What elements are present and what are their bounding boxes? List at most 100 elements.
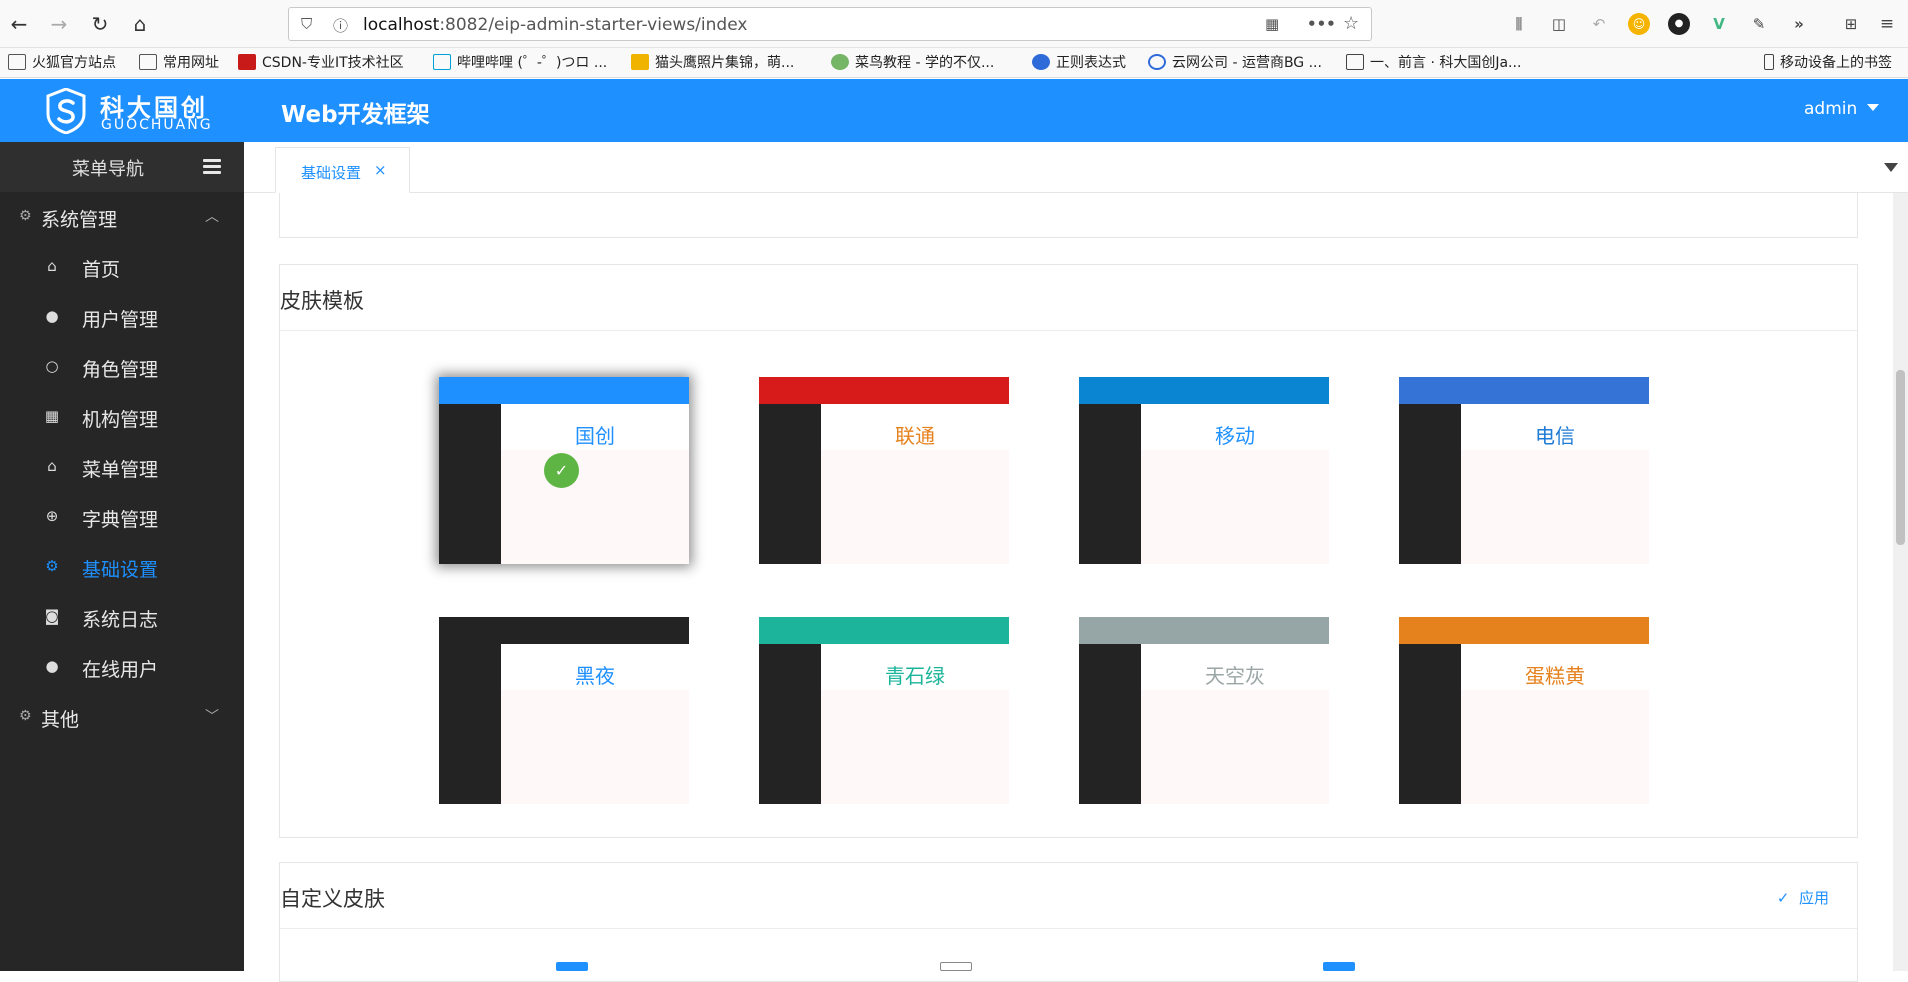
skin-sidebar [759,644,821,804]
skin-option[interactable]: 青石绿 [759,617,1009,804]
skin-header-bar [439,377,689,404]
role-icon: ○ [45,357,59,375]
runoob-icon [831,54,849,70]
vue-extension-icon[interactable]: V [1708,13,1730,35]
skin-sidebar [1399,644,1461,804]
star-icon[interactable]: ☆ [1343,13,1359,34]
sidebar-item-orgs[interactable]: ▦ 机构管理 [0,392,244,442]
baidu-icon [1032,54,1050,70]
panel-title: 皮肤模板 [280,289,364,313]
org-icon: ▦ [44,407,60,425]
user-menu[interactable]: admin [1804,99,1880,119]
skin-body [501,450,689,564]
gear-icon: ⚙ [45,557,59,575]
library-icon[interactable]: ⫼ [1508,13,1530,35]
color-swatch[interactable] [556,962,588,971]
menu-icon: ⌂ [47,457,57,475]
skin-sidebar [439,404,501,564]
close-icon[interactable]: × [374,161,387,179]
skin-header-bar [1399,377,1649,404]
color-swatch[interactable] [940,962,972,971]
skin-option[interactable]: 天空灰 [1079,617,1329,804]
sidebar-toggle-icon[interactable]: ◫ [1548,13,1570,35]
bookmark-item[interactable]: 哔哩哔哩 (゜-゜)つロ ... [433,53,607,73]
shield-icon[interactable]: ⛉ [301,15,312,33]
skin-name: 青石绿 [885,664,945,688]
skin-option[interactable]: 电信 [1399,377,1649,564]
forward-icon[interactable]: → [46,11,72,37]
menu-group-other[interactable]: ⚙ 其他 ﹀ [0,692,244,742]
overflow-icon[interactable]: » [1788,13,1810,35]
sidebar-item-online-users[interactable]: ● 在线用户 [0,642,244,692]
reload-icon[interactable]: ↻ [87,11,113,37]
tab-basic-settings[interactable]: 基础设置 × [275,147,410,193]
bookmark-item[interactable]: 云网公司 - 运营商BG ... [1148,53,1322,73]
menu-group-system[interactable]: ⚙ 系统管理 ︿ [0,192,244,242]
app-menu-icon[interactable]: ≡ [1876,13,1898,35]
hamburger-icon[interactable] [203,159,221,174]
settings-icon: ⚙ [19,208,32,224]
bookmark-item[interactable]: 移动设备上的书签 [1764,53,1892,73]
skin-option[interactable]: 国创 ✓ [439,377,689,564]
skin-body [1141,450,1329,564]
scrollbar-thumb[interactable] [1896,370,1905,545]
bookmark-item[interactable]: 正则表达式 [1032,53,1126,73]
camera-icon: ◙ [44,607,60,625]
skin-body [1141,690,1329,804]
skin-header-bar [759,377,1009,404]
sidebar-item-basic-settings[interactable]: ⚙ 基础设置 [0,542,244,592]
camera-extension-icon[interactable]: ● [1668,13,1690,35]
panel-header: 自定义皮肤 ✓ 应用 [280,863,1857,929]
skin-body [1461,690,1649,804]
info-icon[interactable]: ⓘ [333,15,348,36]
qr-code-icon[interactable]: ▦ [1265,15,1279,33]
apply-button[interactable]: ✓ 应用 [1777,887,1829,908]
home-icon[interactable]: ⌂ [127,11,153,37]
folder-icon [8,54,26,70]
skin-option[interactable]: 联通 [759,377,1009,564]
bookmark-item[interactable]: 常用网址 [139,53,219,73]
page-scrollbar[interactable] [1893,193,1908,971]
url-bar[interactable]: ⛉ ⓘ localhost:8082/eip-admin-starter-vie… [288,7,1372,41]
sidebar: 菜单导航 ⚙ 系统管理 ︿ ⌂ 首页 ● 用户管理 ○ 角色管理 ▦ 机构管理 … [0,142,244,971]
sidebar-item-dict[interactable]: ⊕ 字典管理 [0,492,244,542]
bookmark-item[interactable]: 火狐官方站点 [8,53,116,73]
sidebar-item-roles[interactable]: ○ 角色管理 [0,342,244,392]
sidebar-item-home[interactable]: ⌂ 首页 [0,242,244,292]
folder-icon [139,54,157,70]
settings-icon: ⚙ [19,708,32,724]
url-text[interactable]: localhost:8082/eip-admin-starter-views/i… [363,15,747,35]
book-icon [1346,54,1364,70]
sidebar-item-users[interactable]: ● 用户管理 [0,292,244,342]
skin-option[interactable]: 黑夜 [439,617,689,804]
bookmark-item[interactable]: 菜鸟教程 - 学的不仅... [831,53,994,73]
skin-option[interactable]: 移动 [1079,377,1329,564]
mobile-icon [1764,54,1774,70]
bookmark-item[interactable]: 猫头鹰照片集锦，萌... [631,53,794,73]
skin-header-bar [1079,377,1329,404]
skin-template-panel: 皮肤模板 国创 ✓ 联通 移动 电信黑夜 青石绿 天空灰 蛋糕黄 [279,264,1858,838]
skin-sidebar [759,404,821,564]
bookmark-item[interactable]: 一、前言 · 科大国创Ja... [1346,53,1521,73]
extension-icon[interactable]: ✎ [1748,13,1770,35]
browser-toolbar: ← → ↻ ⌂ ⛉ ⓘ localhost:8082/eip-admin-sta… [0,0,1908,48]
skin-sidebar [439,644,501,804]
owl-icon [631,54,649,70]
logo-subtext: GUOCHUANG [101,117,213,133]
bookmark-item[interactable]: CSDN-专业IT技术社区 [238,53,404,73]
skin-header-bar [1079,617,1329,644]
sidebar-item-logs[interactable]: ◙ 系统日志 [0,592,244,642]
skin-sidebar [1079,404,1141,564]
undo-icon[interactable]: ↶ [1588,13,1610,35]
back-icon[interactable]: ← [6,11,32,37]
more-icon[interactable]: ••• [1307,15,1336,33]
tab-dropdown-icon[interactable] [1884,163,1898,172]
skin-option[interactable]: 蛋糕黄 [1399,617,1649,804]
skin-header-bar [439,617,689,644]
gift-icon[interactable]: ⊞ [1840,13,1862,35]
emoji-extension-icon[interactable]: ☺ [1628,13,1650,35]
color-swatch[interactable] [1323,962,1355,971]
check-icon: ✓ [1776,889,1790,907]
sidebar-item-menus[interactable]: ⌂ 菜单管理 [0,442,244,492]
skin-name: 电信 [1535,424,1575,448]
